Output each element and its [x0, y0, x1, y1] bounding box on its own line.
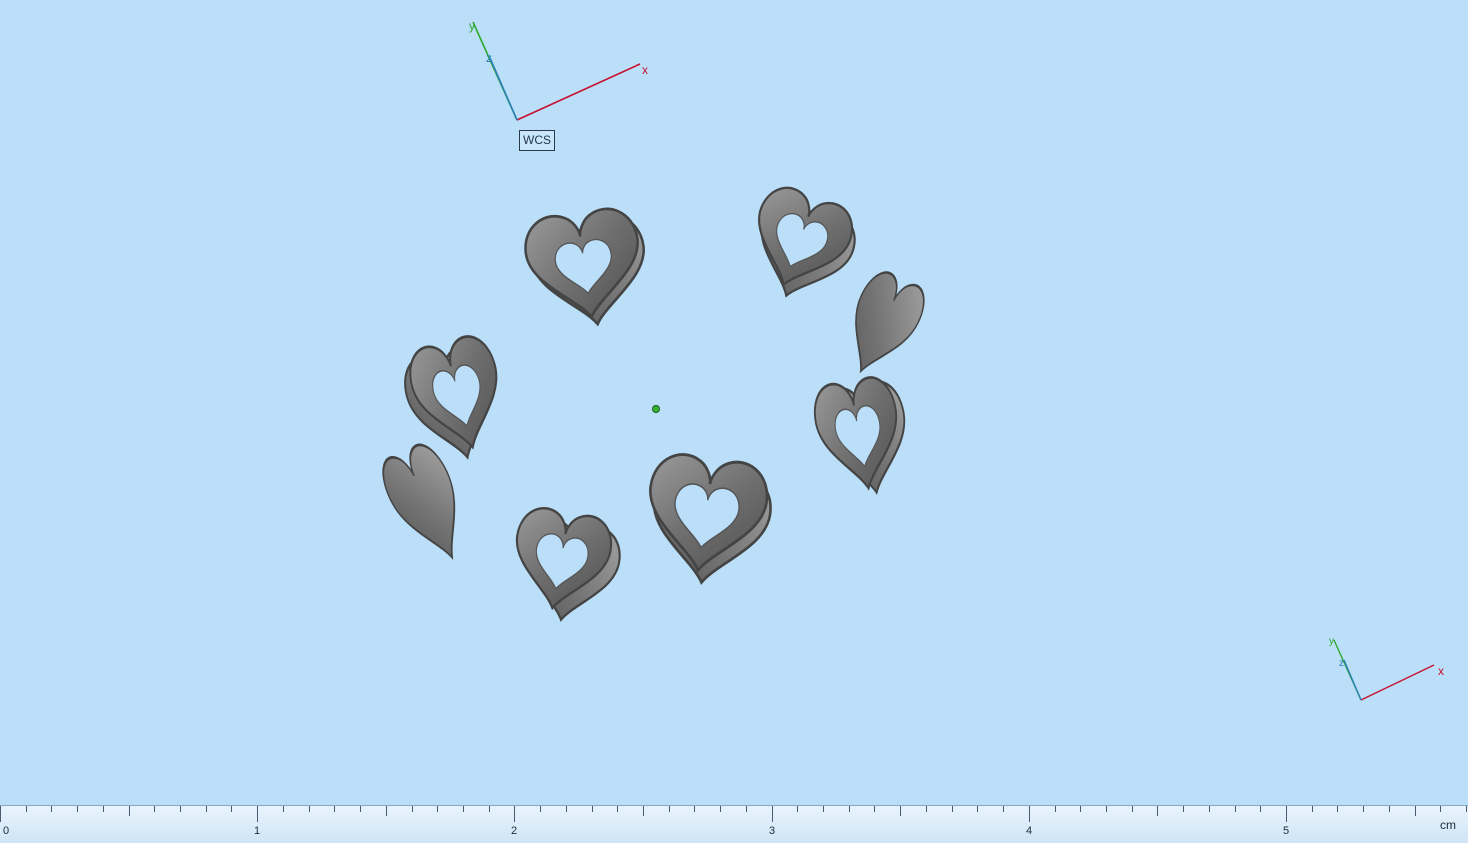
triad-x-label: x — [1438, 664, 1444, 678]
x-axis-line — [516, 63, 641, 121]
heart-right-edge — [831, 265, 934, 386]
ruler-tick-label: 1 — [254, 825, 261, 837]
ruler-tick-label: 0 — [3, 825, 10, 837]
heart-bottom-left — [504, 502, 626, 630]
y-axis-label: y — [469, 19, 475, 33]
3d-viewport[interactable]: x y z x y z WCS — [0, 0, 1468, 805]
triad-y-label: y — [1329, 636, 1334, 647]
triad-z-label: z — [1339, 658, 1344, 669]
heart-ring-model[interactable] — [372, 179, 934, 630]
view-triad: x y z — [1329, 636, 1444, 701]
heart-bottom-front — [638, 449, 777, 593]
x-axis-label: x — [642, 63, 648, 77]
ruler-tick-label: 2 — [511, 825, 518, 837]
z-axis-line — [489, 57, 518, 121]
heart-left-edge — [372, 437, 483, 573]
viewport-canvas[interactable]: x y z x y z — [0, 0, 1468, 805]
heart-back-right — [738, 179, 864, 313]
z-axis-label: z — [486, 51, 492, 65]
wcs-axes: x y z — [469, 19, 648, 121]
ruler-unit: cm — [1440, 818, 1456, 832]
heart-top-front — [519, 203, 655, 334]
pivot-point[interactable] — [652, 405, 660, 413]
wcs-label[interactable]: WCS — [519, 130, 555, 151]
ruler-tick-label: 3 — [769, 825, 776, 837]
heart-right-lower — [808, 372, 918, 501]
ruler-ticks — [0, 806, 1467, 822]
ruler-tick-label: 4 — [1026, 825, 1033, 837]
ruler: 0 1 2 3 4 5 cm — [0, 805, 1468, 843]
ruler-tick-label: 5 — [1283, 825, 1290, 837]
